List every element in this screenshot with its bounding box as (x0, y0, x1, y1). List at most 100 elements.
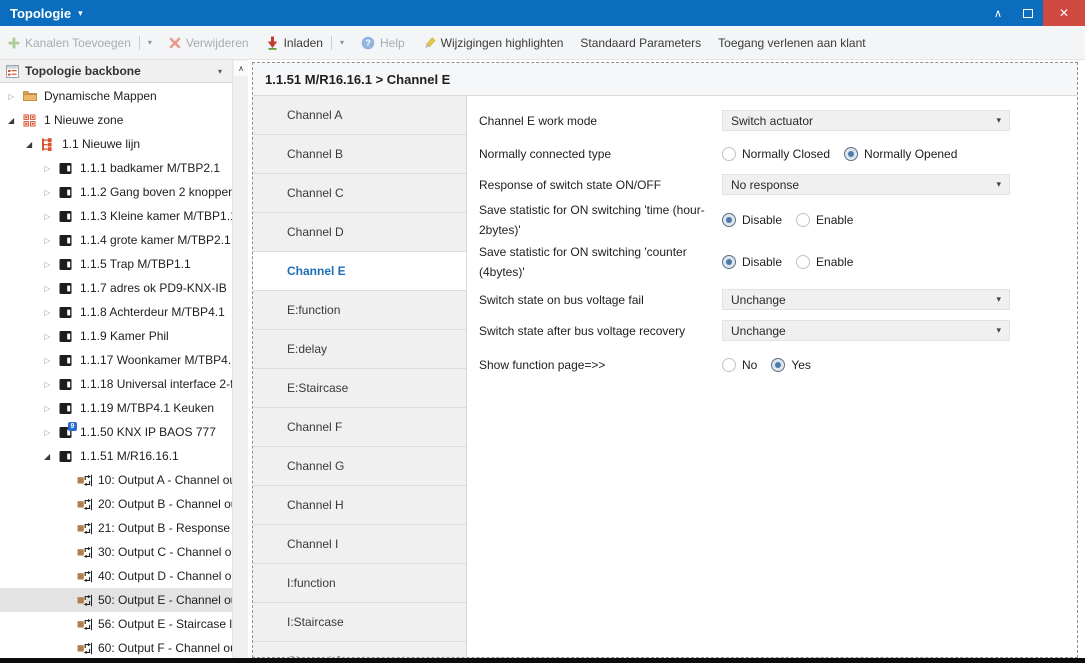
chevron-down-icon[interactable]: ▾ (340, 38, 344, 47)
close-button[interactable]: ✕ (1043, 0, 1085, 26)
title-bar: Topologie ▾ ∧ ✕ (0, 0, 1085, 26)
expand-arrow-icon[interactable]: ▷ (44, 236, 59, 245)
maximize-button[interactable] (1013, 0, 1043, 26)
toolbar-inladen-button[interactable]: Inladen▾ (266, 36, 344, 50)
tree-item-21-output-b-response-stat[interactable]: 21: Output B - Response stat... (0, 516, 232, 540)
tab-i-function[interactable]: I:function (253, 564, 466, 603)
collapse-arrow-icon[interactable]: ◢ (44, 452, 59, 461)
tree-item-1-1-51-m-r16-16-1[interactable]: ◢1.1.51 M/R16.16.1 (0, 444, 232, 468)
tree-item-1-1-50-knx-ip-baos-777[interactable]: ▷91.1.50 KNX IP BAOS 777 (0, 420, 232, 444)
expand-arrow-icon[interactable]: ▷ (8, 92, 23, 101)
line-icon (41, 138, 59, 151)
toolbar-verwijderen-button[interactable]: Verwijderen (169, 36, 249, 50)
view-title-dropdown[interactable]: Topologie ▾ (0, 6, 83, 21)
tree-item-40-output-d-channel-output[interactable]: 40: Output D - Channel output (0, 564, 232, 588)
tree-item-1-1-19-m-tbp4-1-keuken[interactable]: ▷1.1.19 M/TBP4.1 Keuken (0, 396, 232, 420)
tree-item-1-1-5-trap-m-tbp1-1[interactable]: ▷1.1.5 Trap M/TBP1.1 (0, 252, 232, 276)
tree-item-60-output-f-channel-output[interactable]: 60: Output F - Channel output (0, 636, 232, 658)
tree-item-1-nieuwe-zone[interactable]: ◢1 Nieuwe zone (0, 108, 232, 132)
tab-channel-g[interactable]: Channel G (253, 447, 466, 486)
topology-tree: ▷Dynamische Mappen◢1 Nieuwe zone◢1.1 Nie… (0, 83, 232, 658)
tab-channel-c[interactable]: Channel C (253, 174, 466, 213)
expand-arrow-icon[interactable]: ▷ (44, 380, 59, 389)
chevron-down-icon: ▾ (78, 8, 83, 19)
save-statistic-for-on-switching-counter-4bytes-radio-group: Disable Enable (722, 255, 867, 269)
tree-item-56-output-e-staircase-light[interactable]: 56: Output E - Staircase light (0, 612, 232, 636)
expand-arrow-icon[interactable]: ▷ (44, 284, 59, 293)
tree-item-dynamische-mappen[interactable]: ▷Dynamische Mappen (0, 84, 232, 108)
tree-item-10-output-a-channel-output[interactable]: 10: Output A - Channel output (0, 468, 232, 492)
tree-item-label: 1.1.4 grote kamer M/TBP2.1 (80, 233, 231, 247)
tree-item-1-1-nieuwe-lijn[interactable]: ◢1.1 Nieuwe lijn (0, 132, 232, 156)
chevron-down-icon[interactable]: ▾ (218, 67, 226, 76)
scroll-up-button[interactable]: ∧ (234, 61, 248, 76)
channel-e-work-mode-dropdown[interactable]: Switch actuator▾ (722, 110, 1010, 131)
tree-item-1-1-3-kleine-kamer-m-tbp1-1[interactable]: ▷ 1.1.3 Kleine kamer M/TBP1.1 (0, 204, 232, 228)
radio-enable[interactable]: Enable (796, 213, 853, 227)
radio-enable[interactable]: Enable (796, 255, 853, 269)
radio-yes[interactable]: Yes (771, 358, 811, 372)
tree-item-1-1-7-adres-ok-pd9-knx-ib[interactable]: ▷1.1.7 adres ok PD9-KNX-IB (0, 276, 232, 300)
expand-arrow-icon[interactable]: ▷ (44, 308, 59, 317)
param-row-save-statistic-for-on-switching-counter-4bytes: Save statistic for ON switching 'counter… (479, 242, 1061, 282)
panel-body: Channel AChannel BChannel CChannel DChan… (253, 96, 1077, 657)
toolbar-wijzigingen-highlighten-button[interactable]: Wijzigingen highlighten (422, 36, 564, 50)
param-row-channel-e-work-mode: Channel E work modeSwitch actuator▾ (479, 110, 1061, 131)
param-row-response-of-switch-state-on-off: Response of switch state ON/OFFNo respon… (479, 174, 1061, 195)
collapse-button[interactable]: ∧ (983, 0, 1013, 26)
tab-e-staircase[interactable]: E:Staircase (253, 369, 466, 408)
tab-channel-e[interactable]: Channel E (253, 252, 466, 291)
tab-channel-h[interactable]: Channel H (253, 486, 466, 525)
radio-normally-opened[interactable]: Normally Opened (844, 147, 957, 161)
collapse-arrow-icon[interactable]: ◢ (26, 140, 41, 149)
radio-disable[interactable]: Disable (722, 255, 782, 269)
radio-label: Normally Opened (864, 147, 957, 161)
expand-arrow-icon[interactable]: ▷ (44, 212, 59, 221)
tree-item-1-1-8-achterdeur-m-tbp4-1[interactable]: ▷1.1.8 Achterdeur M/TBP4.1 (0, 300, 232, 324)
tab-channel-d[interactable]: Channel D (253, 213, 466, 252)
tree-item-1-1-9-kamer-phil[interactable]: ▷1.1.9 Kamer Phil (0, 324, 232, 348)
tab-channel-a[interactable]: Channel A (253, 96, 466, 135)
sidebar-header[interactable]: Topologie backbone ▾ (0, 60, 232, 83)
tree-item-1-1-1-badkamer-m-tbp2-1[interactable]: ▷1.1.1 badkamer M/TBP2.1 (0, 156, 232, 180)
radio-disable[interactable]: Disable (722, 213, 782, 227)
tab-channel-b[interactable]: Channel B (253, 135, 466, 174)
radio-no[interactable]: No (722, 358, 757, 372)
expand-arrow-icon[interactable]: ▷ (44, 164, 59, 173)
tab-e-delay[interactable]: E:delay (253, 330, 466, 369)
expand-arrow-icon[interactable]: ▷ (44, 260, 59, 269)
expand-arrow-icon[interactable]: ▷ (44, 404, 59, 413)
tree-item-50-output-e-channel-output[interactable]: 50: Output E - Channel output (0, 588, 232, 612)
toolbar-standaard-parameters-button[interactable]: Standaard Parameters (580, 36, 701, 50)
tree-item-1-1-4-grote-kamer-m-tbp2-1[interactable]: ▷ 1.1.4 grote kamer M/TBP2.1 (0, 228, 232, 252)
tree-item-1-1-18-universal-interface-2-fold[interactable]: ▷1.1.18 Universal interface 2-fold (0, 372, 232, 396)
response-of-switch-state-on-off-dropdown[interactable]: No response▾ (722, 174, 1010, 195)
tree-item-30-output-c-channel-output[interactable]: 30: Output C - Channel output (0, 540, 232, 564)
chevron-down-icon[interactable]: ▾ (148, 38, 152, 47)
tree-item-label: 1.1.3 Kleine kamer M/TBP1.1 (80, 209, 232, 223)
expand-arrow-icon[interactable]: ▷ (44, 332, 59, 341)
tree-item-1-1-17-woonkamer-m-tbp4-1[interactable]: ▷1.1.17 Woonkamer M/TBP4.1 (0, 348, 232, 372)
tab-e-function[interactable]: E:function (253, 291, 466, 330)
tree-item-label: 20: Output B - Channel output (98, 497, 232, 511)
tab-channel-j[interactable]: Channel J (253, 642, 466, 657)
tree-item-20-output-b-channel-output[interactable]: 20: Output B - Channel output (0, 492, 232, 516)
radio-normally-closed[interactable]: Normally Closed (722, 147, 830, 161)
expand-arrow-icon[interactable]: ▷ (44, 188, 59, 197)
tab-i-staircase[interactable]: I:Staircase (253, 603, 466, 642)
param-row-save-statistic-for-on-switching-time-hour-2bytes: Save statistic for ON switching 'time (h… (479, 200, 1061, 240)
toolbar-toegang-verlenen-aan-klant-button[interactable]: Toegang verlenen aan klant (718, 36, 865, 50)
collapse-arrow-icon[interactable]: ◢ (8, 116, 23, 125)
switch-state-on-bus-voltage-fail-dropdown[interactable]: Unchange▾ (722, 289, 1010, 310)
tree-scrollbar[interactable]: ∧ (232, 60, 248, 658)
switch-state-after-bus-voltage-recovery-dropdown[interactable]: Unchange▾ (722, 320, 1010, 341)
expand-arrow-icon[interactable]: ▷ (44, 356, 59, 365)
delete-icon (169, 37, 181, 49)
toolbar-kanalen-toevoegen-button[interactable]: Kanalen Toevoegen▾ (8, 36, 152, 50)
expand-arrow-icon[interactable]: ▷ (44, 428, 59, 437)
toolbar-help-button[interactable]: ?Help (361, 36, 405, 50)
tab-channel-f[interactable]: Channel F (253, 408, 466, 447)
tree-item-1-1-2-gang-boven-2-knoppen[interactable]: ▷1.1.2 Gang boven 2 knoppen... (0, 180, 232, 204)
tab-channel-i[interactable]: Channel I (253, 525, 466, 564)
chevron-down-icon: ▾ (996, 179, 1001, 190)
